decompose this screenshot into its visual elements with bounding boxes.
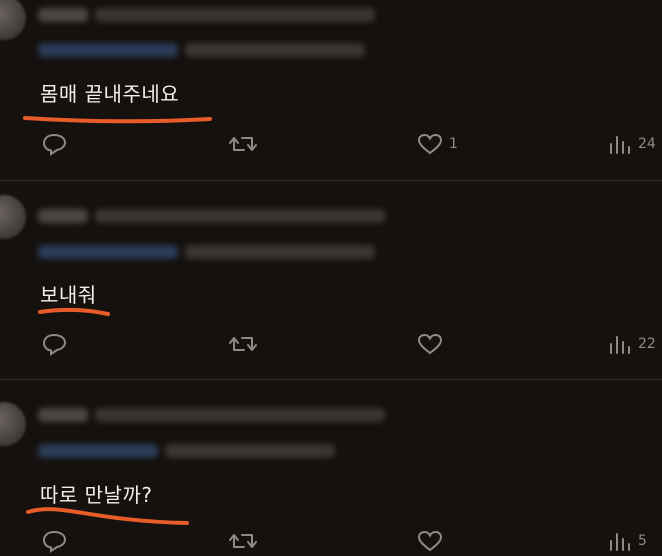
reply-icon xyxy=(42,333,67,356)
reply-icon xyxy=(42,133,67,156)
tweet-item[interactable]: 몸매 끝내주네요 1 24 xyxy=(0,0,662,180)
retweet-button[interactable] xyxy=(228,526,258,556)
tweet-actions: 5 xyxy=(0,526,662,556)
views-icon xyxy=(610,136,630,154)
like-icon xyxy=(417,333,443,355)
like-button[interactable] xyxy=(417,329,449,359)
retweet-icon xyxy=(229,534,257,548)
reply-button[interactable] xyxy=(41,129,67,159)
views-count: 22 xyxy=(638,336,656,352)
reply-icon xyxy=(42,530,67,553)
views-button[interactable]: 22 xyxy=(608,329,656,359)
views-icon xyxy=(610,533,630,551)
views-button[interactable]: 5 xyxy=(608,526,647,556)
retweet-icon xyxy=(229,337,257,351)
reply-button[interactable] xyxy=(41,526,67,556)
like-button[interactable]: 1 xyxy=(417,129,458,159)
like-icon xyxy=(417,530,443,552)
retweet-button[interactable] xyxy=(228,329,258,359)
tweet-item[interactable]: 보내줘 22 xyxy=(0,181,662,379)
retweet-button[interactable] xyxy=(228,129,258,159)
reply-button[interactable] xyxy=(41,329,67,359)
highlight-underline xyxy=(26,507,189,525)
views-count: 5 xyxy=(638,533,647,549)
tweet-actions: 22 xyxy=(0,329,662,359)
tweet-item[interactable]: 따로 만날까? 5 xyxy=(0,380,662,553)
views-button[interactable]: 24 xyxy=(608,129,656,159)
like-button[interactable] xyxy=(417,526,449,556)
views-icon xyxy=(610,336,630,354)
tweet-actions: 1 24 xyxy=(0,129,662,159)
retweet-icon xyxy=(229,137,257,151)
like-icon xyxy=(417,133,443,155)
like-count: 1 xyxy=(449,136,458,152)
views-count: 24 xyxy=(638,136,656,152)
